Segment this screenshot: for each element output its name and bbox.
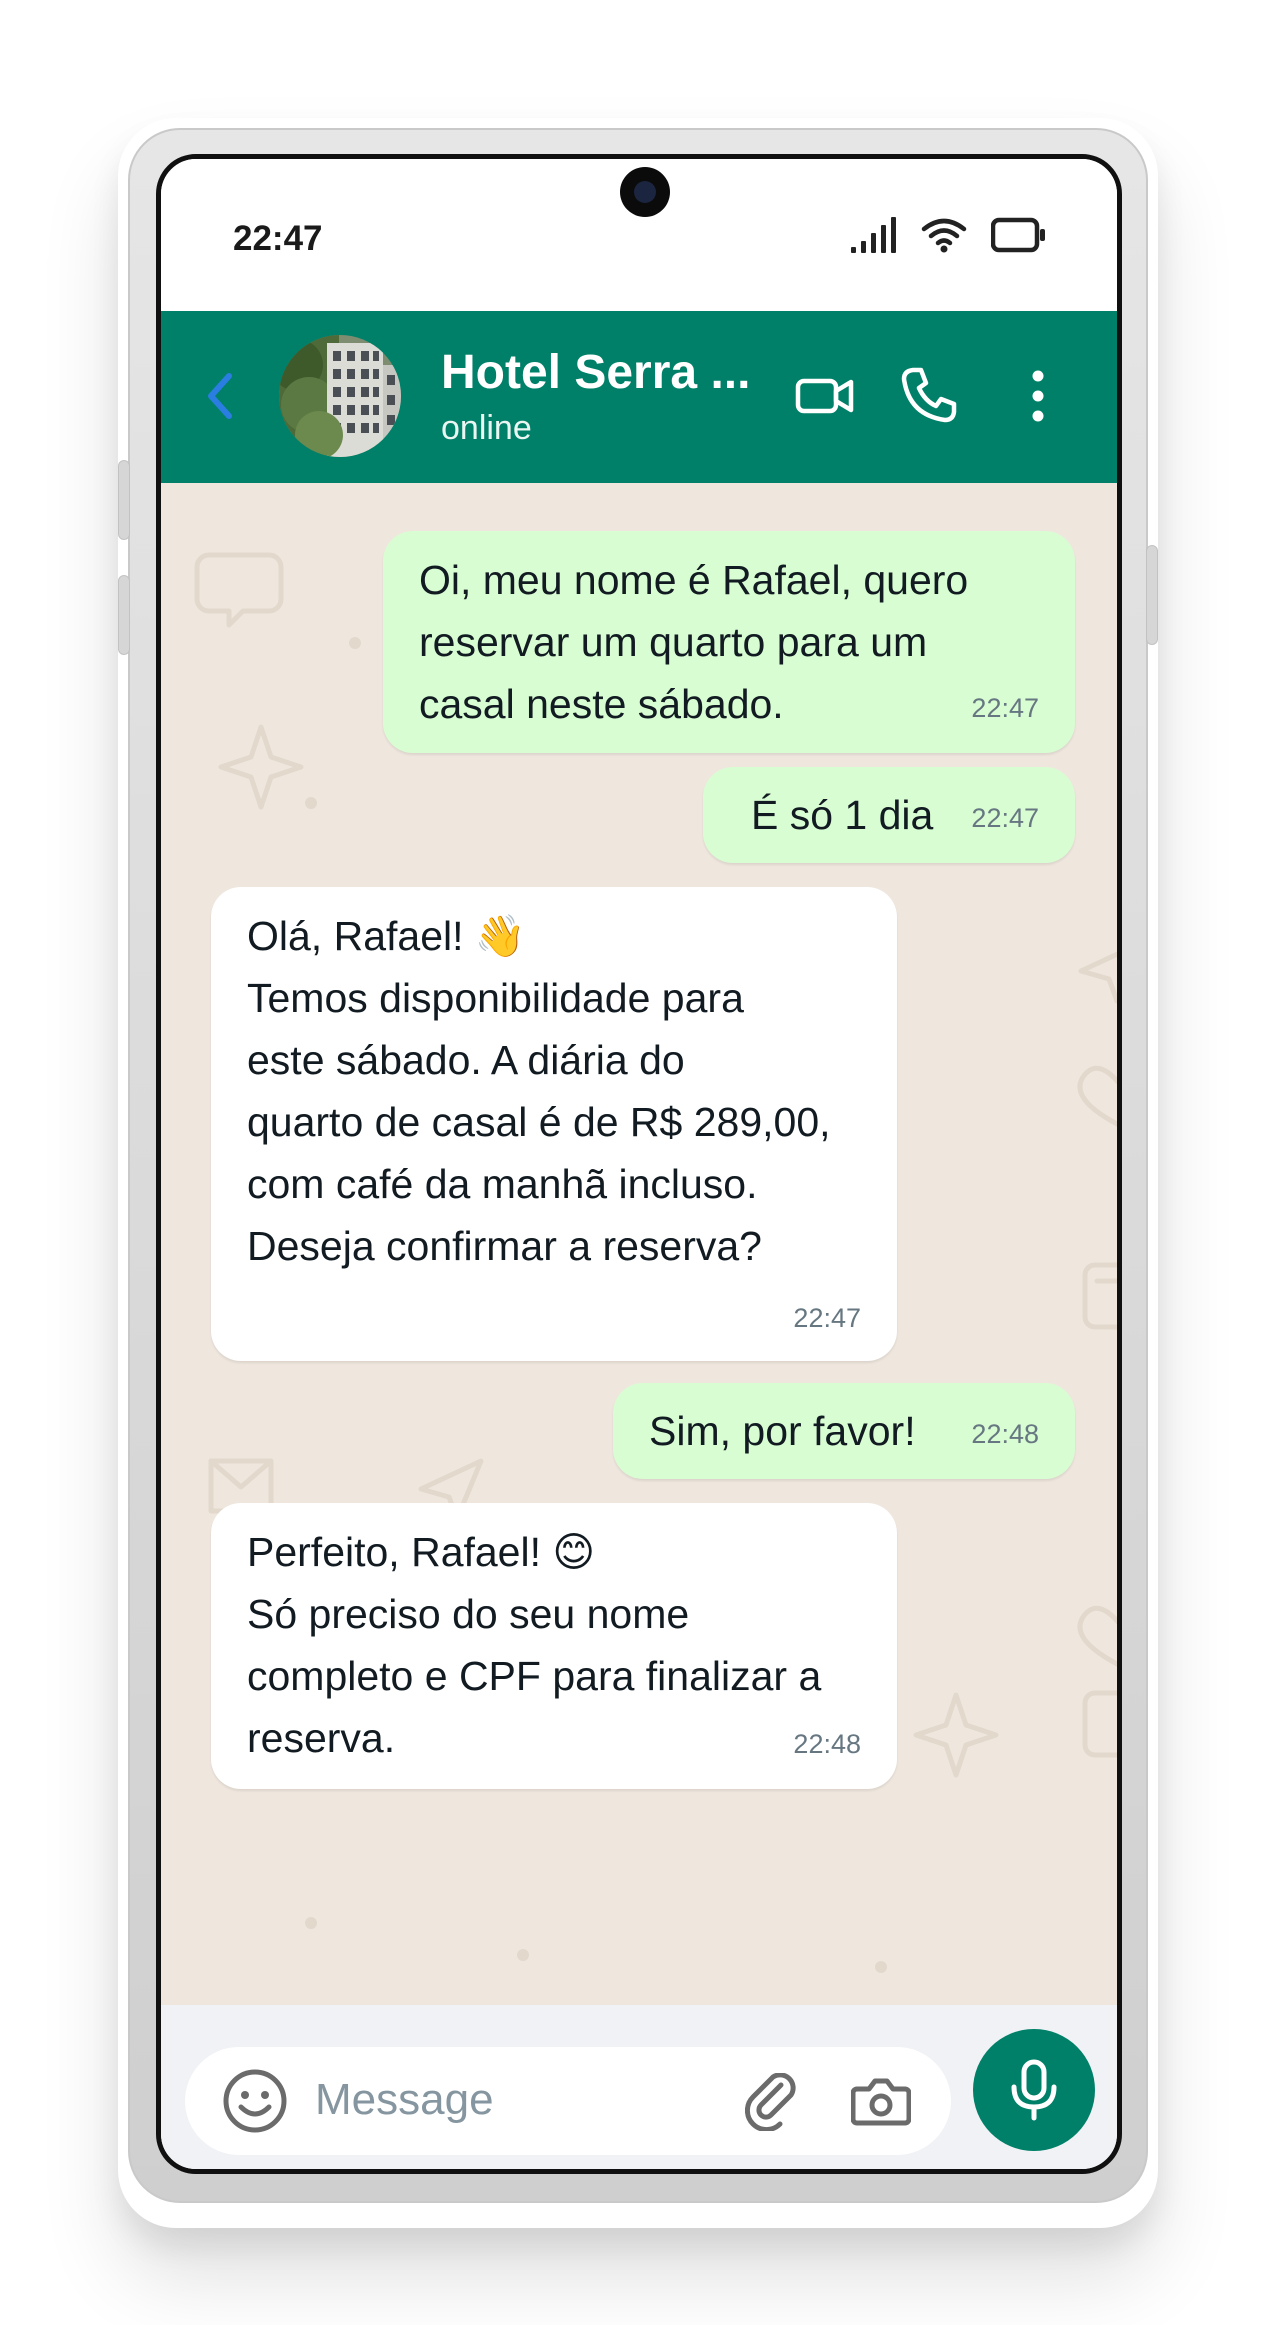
message-text: É só 1 dia	[751, 792, 934, 838]
outgoing-message[interactable]: Sim, por favor! 22:48	[613, 1383, 1075, 1479]
paperclip-icon[interactable]	[745, 2073, 803, 2131]
chat-area[interactable]: Oi, meu nome é Rafael, quero reservar um…	[161, 483, 1117, 2005]
message-text: Olá, Rafael! 👋 Temos disponibilidade par…	[247, 913, 831, 1269]
camera-icon[interactable]	[851, 2075, 911, 2127]
status-icons	[849, 217, 1047, 253]
contact-name[interactable]: Hotel Serra ...	[441, 345, 750, 400]
contact-status: online	[441, 409, 532, 447]
smiley-icon[interactable]	[221, 2067, 289, 2135]
incoming-message[interactable]: Olá, Rafael! 👋 Temos disponibilidade par…	[211, 887, 897, 1361]
message-time: 22:47	[793, 1303, 861, 1333]
message-text: Sim, por favor!	[649, 1408, 916, 1454]
chevron-left-icon[interactable]	[201, 366, 241, 426]
hotel-building-image	[279, 335, 401, 457]
microphone-icon	[1011, 2059, 1057, 2121]
power-button	[1146, 545, 1158, 645]
chat-header: Hotel Serra ... online	[161, 311, 1117, 483]
outgoing-message[interactable]: Oi, meu nome é Rafael, quero reservar um…	[383, 531, 1075, 753]
message-text: Oi, meu nome é Rafael, quero reservar um…	[419, 557, 969, 727]
message-placeholder: Message	[315, 2075, 494, 2124]
message-time: 22:47	[971, 693, 1039, 723]
video-camera-icon[interactable]	[795, 373, 855, 419]
message-text: Perfeito, Rafael! 😊 Só preciso do seu no…	[247, 1529, 822, 1761]
message-input-bar: Message	[161, 2005, 1117, 2169]
battery-icon	[991, 217, 1045, 253]
phone-screen: 22:47 Hotel Serra ... online Oi, meu nom…	[156, 154, 1122, 2174]
status-time: 22:47	[233, 219, 323, 258]
message-time: 22:47	[971, 803, 1039, 833]
signal-icon	[851, 217, 896, 253]
front-camera	[620, 167, 670, 217]
outgoing-message[interactable]: É só 1 dia 22:47	[703, 767, 1075, 863]
phone-icon[interactable]	[899, 365, 959, 425]
voice-message-button[interactable]	[973, 2029, 1095, 2151]
status-bar: 22:47	[161, 159, 1117, 311]
incoming-message[interactable]: Perfeito, Rafael! 😊 Só preciso do seu no…	[211, 1503, 897, 1789]
message-input[interactable]: Message	[185, 2047, 951, 2155]
wifi-icon	[921, 218, 967, 253]
avatar[interactable]	[279, 335, 401, 457]
volume-down-button	[118, 575, 130, 655]
message-time: 22:48	[971, 1419, 1039, 1449]
volume-up-button	[118, 460, 130, 540]
more-vertical-icon[interactable]	[1031, 369, 1045, 423]
message-time: 22:48	[793, 1729, 861, 1759]
